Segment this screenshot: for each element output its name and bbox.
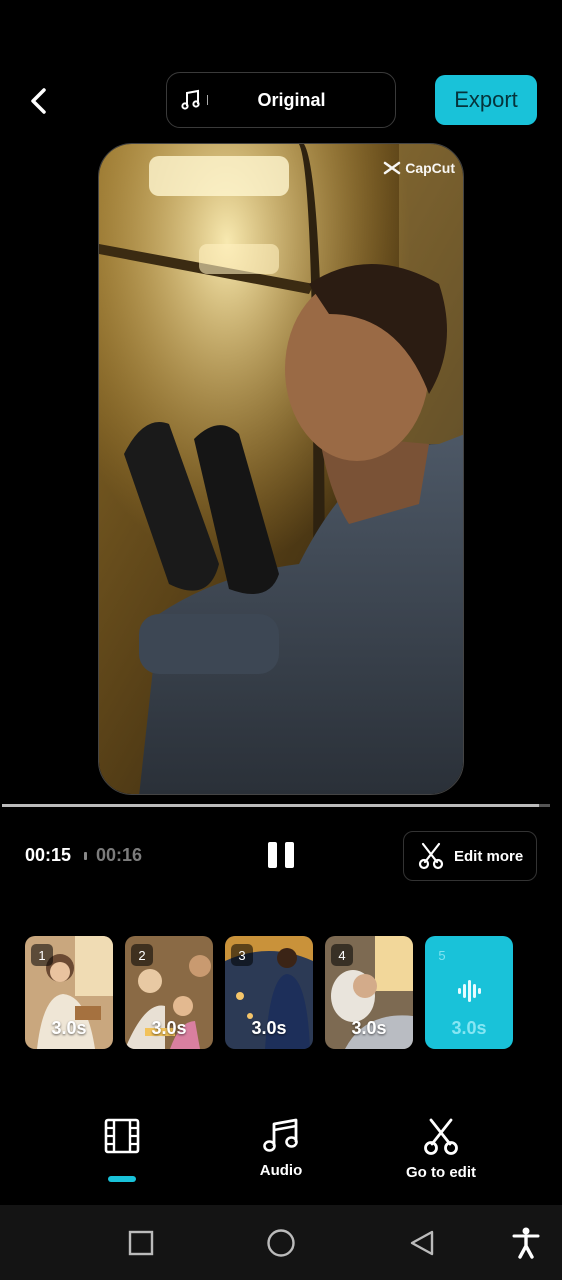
current-time: 00:15 — [25, 845, 72, 865]
video-preview[interactable]: CapCut — [98, 143, 464, 795]
scissors-icon — [424, 1118, 458, 1155]
music-note-icon — [263, 1118, 298, 1152]
clip-thumbnail[interactable]: 2 3.0s — [125, 936, 213, 1049]
tab-clips[interactable] — [62, 1118, 182, 1162]
total-time: 00:16 — [96, 845, 143, 865]
sound-label: Original — [257, 89, 326, 110]
capcut-watermark: CapCut — [383, 160, 455, 176]
pause-bar-right — [285, 842, 294, 868]
clip-number: 3 — [231, 944, 253, 966]
tab-go-to-edit[interactable]: Go to edit — [381, 1118, 501, 1181]
music-note-icon — [181, 89, 200, 110]
clip-thumbnail[interactable]: 1 3.0s — [25, 936, 113, 1049]
clip-duration: 3.0s — [51, 1018, 87, 1038]
accessibility-icon — [512, 1227, 540, 1259]
clip-number: 4 — [331, 944, 353, 966]
tab-audio[interactable]: Audio — [221, 1118, 341, 1179]
clip-number: 1 — [31, 944, 53, 966]
audio-wave-icon — [458, 980, 481, 1002]
pause-bar-left — [268, 842, 277, 868]
clip-number: 2 — [131, 944, 153, 966]
watermark-text: CapCut — [405, 160, 455, 176]
clip-thumbnail-selected[interactable]: 5 3.0s — [425, 936, 513, 1049]
system-back-button[interactable] — [408, 1229, 436, 1262]
clip-duration: 3.0s — [151, 1018, 187, 1038]
export-button[interactable]: Export — [435, 75, 537, 125]
pause-button[interactable] — [268, 842, 296, 870]
clip-thumbnail[interactable]: 3 3.0s — [225, 936, 313, 1049]
sound-selector[interactable]: Original — [166, 72, 396, 128]
tab-audio-label: Audio — [259, 1162, 303, 1179]
edit-more-button[interactable]: Edit more — [403, 831, 537, 881]
clip-duration: 3.0s — [451, 1018, 487, 1038]
time-separator — [84, 852, 87, 860]
edit-more-label: Edit more — [454, 847, 524, 865]
clip-number: 5 — [438, 947, 446, 963]
clip-duration: 3.0s — [251, 1018, 287, 1038]
active-tab-indicator — [108, 1176, 136, 1182]
film-strip-icon — [104, 1118, 140, 1154]
clip-duration: 3.0s — [351, 1018, 387, 1038]
accessibility-button[interactable] — [512, 1227, 540, 1264]
progress-fill — [2, 804, 540, 807]
tab-go-to-edit-label: Go to edit — [406, 1164, 476, 1181]
back-button[interactable] — [22, 84, 56, 118]
home-button[interactable] — [266, 1228, 296, 1263]
square-icon — [128, 1230, 154, 1256]
capcut-logo-icon — [383, 161, 401, 175]
triangle-back-icon — [410, 1230, 434, 1256]
preview-image — [99, 144, 463, 794]
clip-thumbnail[interactable]: 4 3.0s — [325, 936, 413, 1049]
recents-button[interactable] — [128, 1230, 154, 1261]
back-icon — [31, 88, 46, 114]
scissors-icon — [418, 842, 444, 870]
circle-icon — [267, 1229, 295, 1257]
